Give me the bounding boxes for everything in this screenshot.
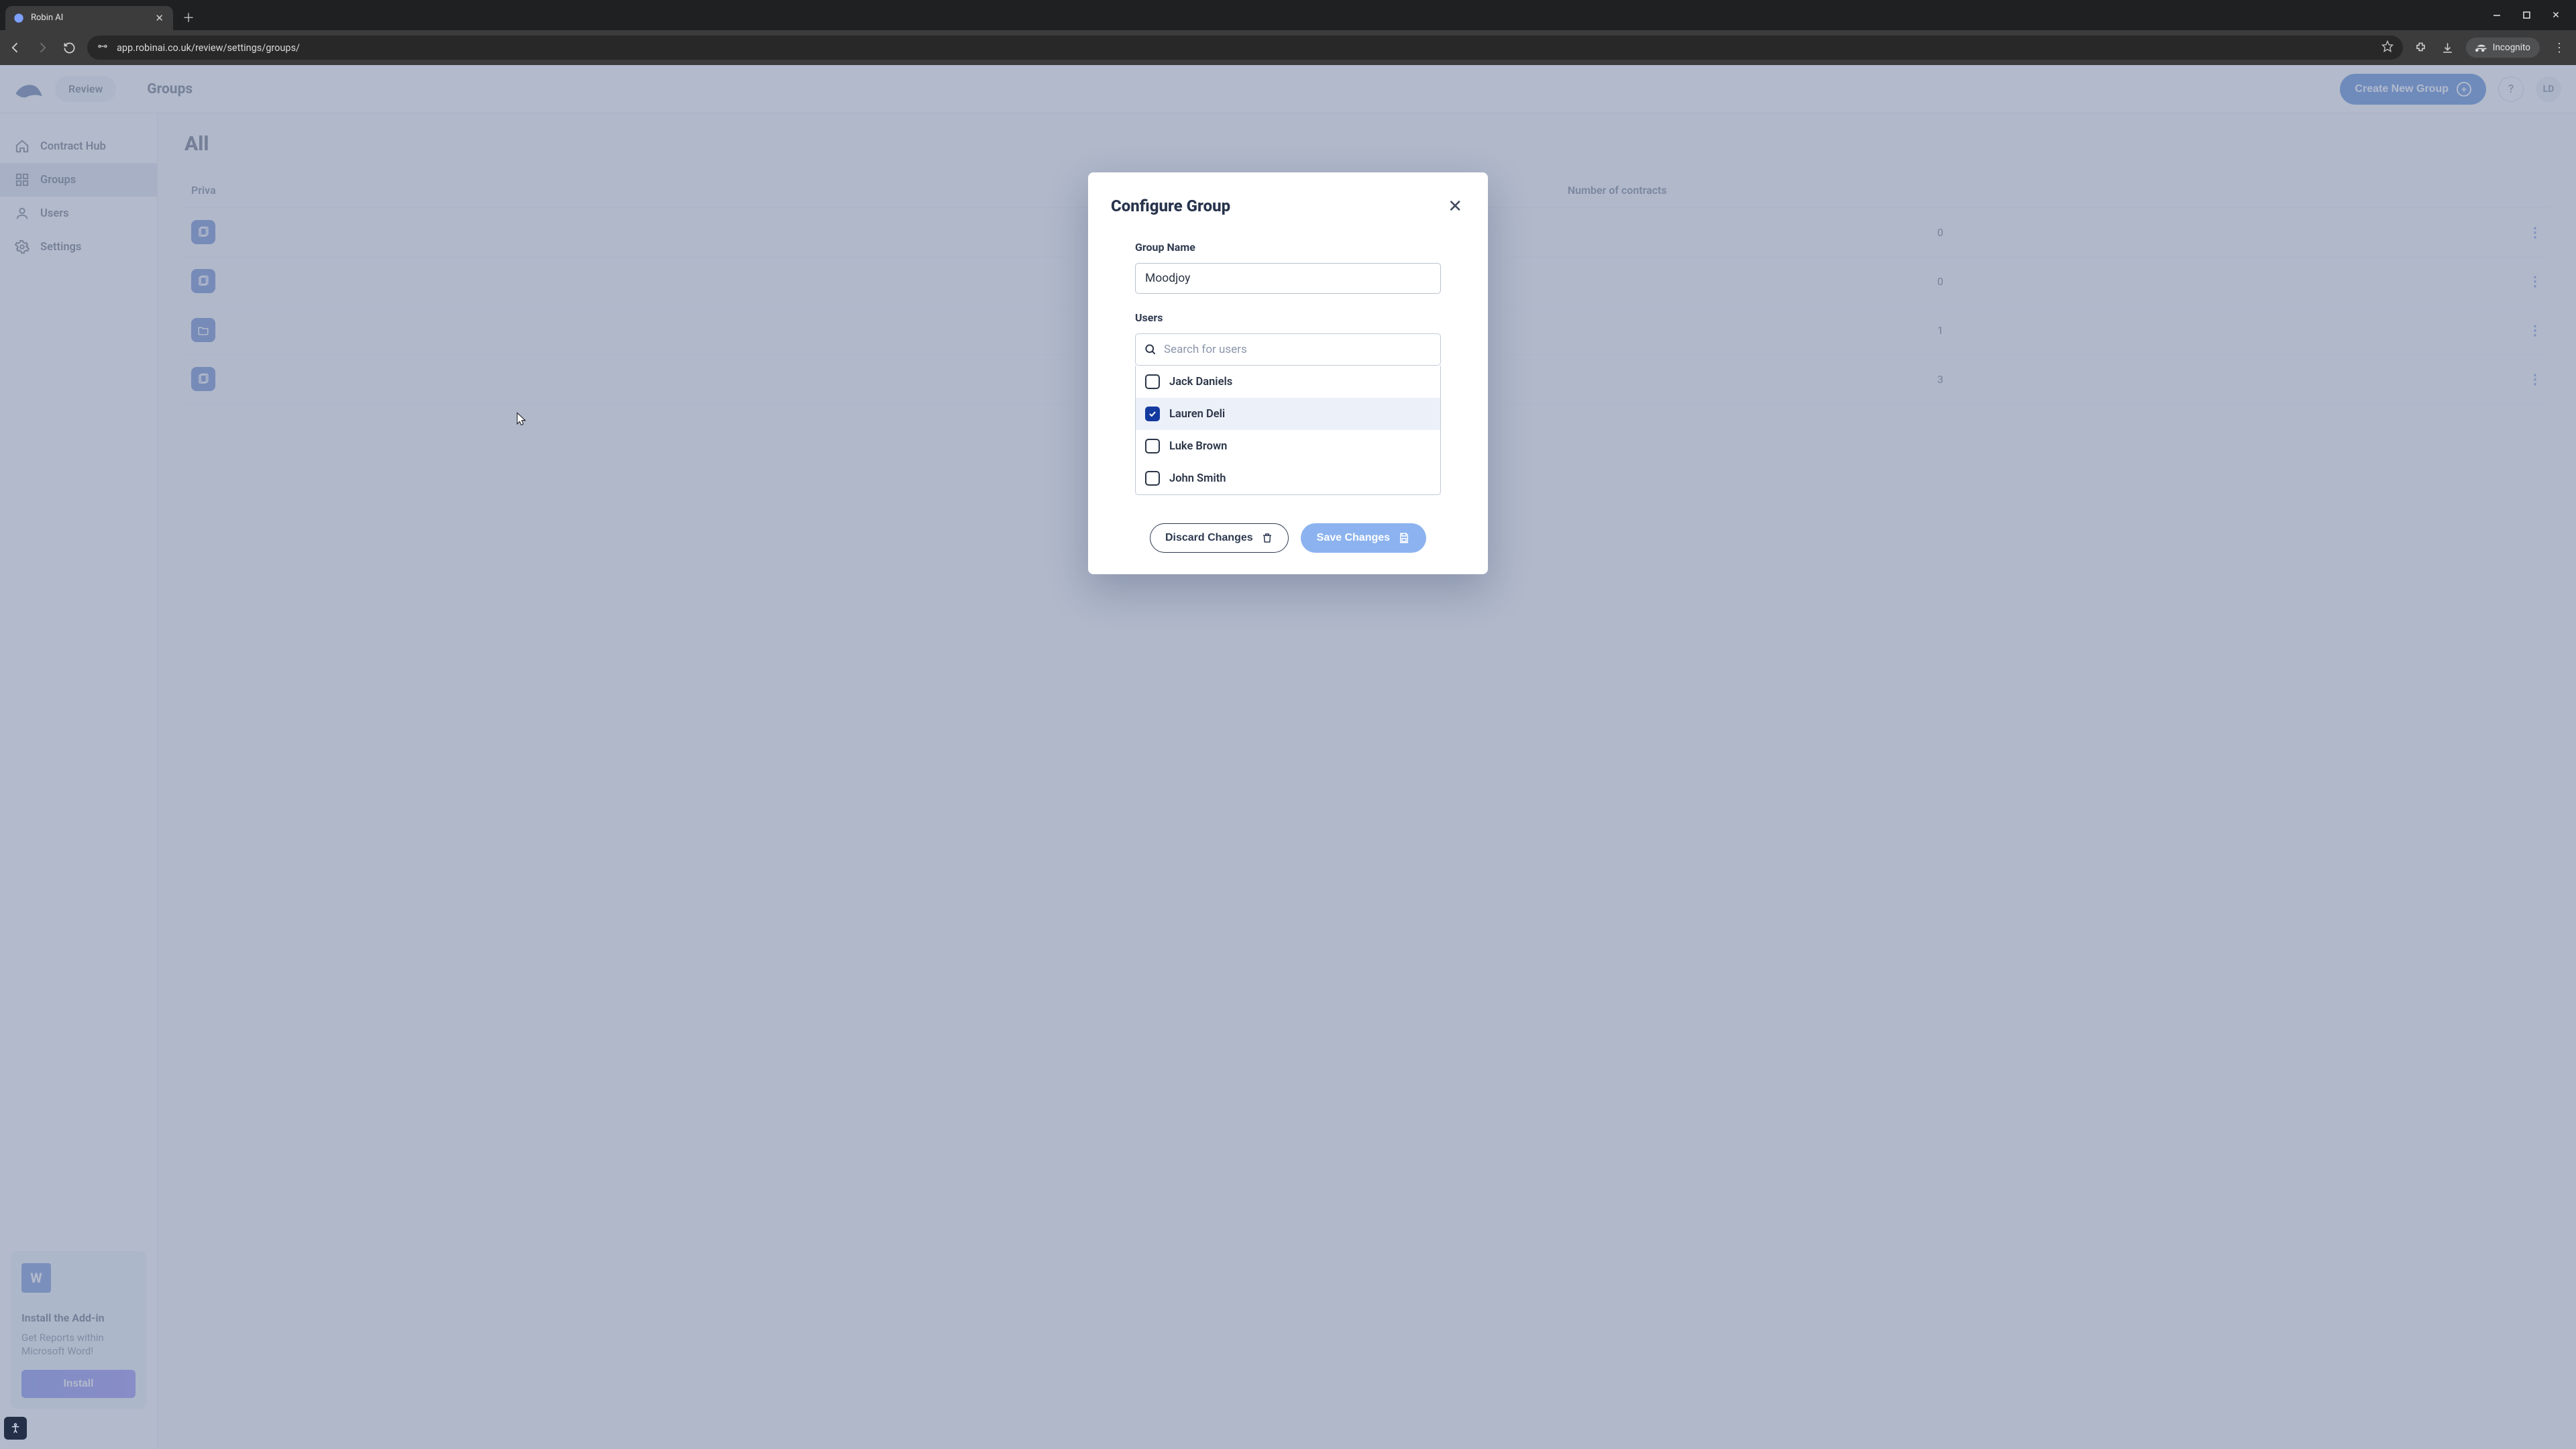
search-icon (1144, 343, 1157, 356)
accessibility-fab[interactable] (4, 1417, 27, 1440)
checkbox-icon[interactable] (1145, 374, 1160, 389)
modal-close-icon[interactable]: ✕ (1445, 197, 1465, 217)
user-search[interactable] (1135, 333, 1441, 366)
tabstrip: Robin AI ✕ ＋ ✕ (0, 0, 2576, 30)
tab-close-icon[interactable]: ✕ (155, 12, 164, 24)
incognito-label: Incognito (2493, 42, 2530, 53)
save-label: Save Changes (1317, 532, 1390, 544)
url-text: app.robinai.co.uk/review/settings/groups… (117, 42, 2373, 54)
checkbox-icon[interactable] (1145, 471, 1160, 486)
group-name-input[interactable] (1135, 263, 1441, 294)
browser-menu-icon[interactable]: ⋮ (2549, 41, 2569, 55)
browser-tab[interactable]: Robin AI ✕ (5, 6, 173, 30)
new-tab-button[interactable]: ＋ (182, 9, 195, 26)
extensions-icon[interactable] (2412, 39, 2430, 56)
save-changes-button[interactable]: Save Changes (1301, 523, 1426, 553)
discard-label: Discard Changes (1165, 532, 1253, 544)
checkbox-checked-icon[interactable] (1145, 407, 1160, 421)
bookmark-star-icon[interactable] (2381, 40, 2394, 55)
user-option[interactable]: Lauren Deli (1136, 398, 1440, 430)
user-option[interactable]: Jack Daniels (1136, 366, 1440, 398)
trash-icon (1261, 532, 1273, 544)
user-option[interactable]: Luke Brown (1136, 430, 1440, 462)
address-bar[interactable]: app.robinai.co.uk/review/settings/groups… (87, 36, 2403, 60)
reload-button[interactable] (60, 39, 78, 56)
user-name: Lauren Deli (1169, 408, 1225, 421)
user-option[interactable]: John Smith (1136, 462, 1440, 494)
modal-title: Configure Group (1111, 197, 1445, 215)
user-name: Luke Brown (1169, 440, 1227, 453)
user-search-input[interactable] (1164, 343, 1432, 356)
tab-favicon-icon (13, 13, 24, 23)
incognito-chip[interactable]: Incognito (2466, 38, 2540, 58)
group-name-label: Group Name (1135, 241, 1465, 254)
discard-changes-button[interactable]: Discard Changes (1150, 523, 1289, 553)
checkbox-icon[interactable] (1145, 439, 1160, 453)
window-controls: ✕ (2482, 0, 2571, 30)
incognito-icon (2475, 42, 2487, 54)
downloads-icon[interactable] (2439, 39, 2457, 56)
back-button[interactable] (7, 39, 24, 56)
save-icon (1398, 532, 1410, 544)
user-list: Jack Daniels Lauren Deli Luke Brown John… (1135, 366, 1441, 495)
tab-title: Robin AI (31, 13, 148, 23)
users-label: Users (1135, 311, 1465, 324)
forward-button (34, 39, 51, 56)
window-close[interactable]: ✕ (2541, 5, 2571, 26)
app-viewport: Review Groups Create New Group + ? LD Co… (0, 65, 2576, 1449)
browser-chrome: Robin AI ✕ ＋ ✕ app.robinai.co.uk/review/… (0, 0, 2576, 65)
site-info-icon[interactable] (97, 40, 109, 55)
window-minimize[interactable] (2482, 5, 2512, 26)
window-maximize[interactable] (2512, 5, 2541, 26)
configure-group-modal: Configure Group ✕ Group Name Users Jack … (1088, 172, 1488, 574)
browser-toolbar: app.robinai.co.uk/review/settings/groups… (0, 30, 2576, 65)
user-name: Jack Daniels (1169, 376, 1232, 388)
user-name: John Smith (1169, 472, 1226, 485)
